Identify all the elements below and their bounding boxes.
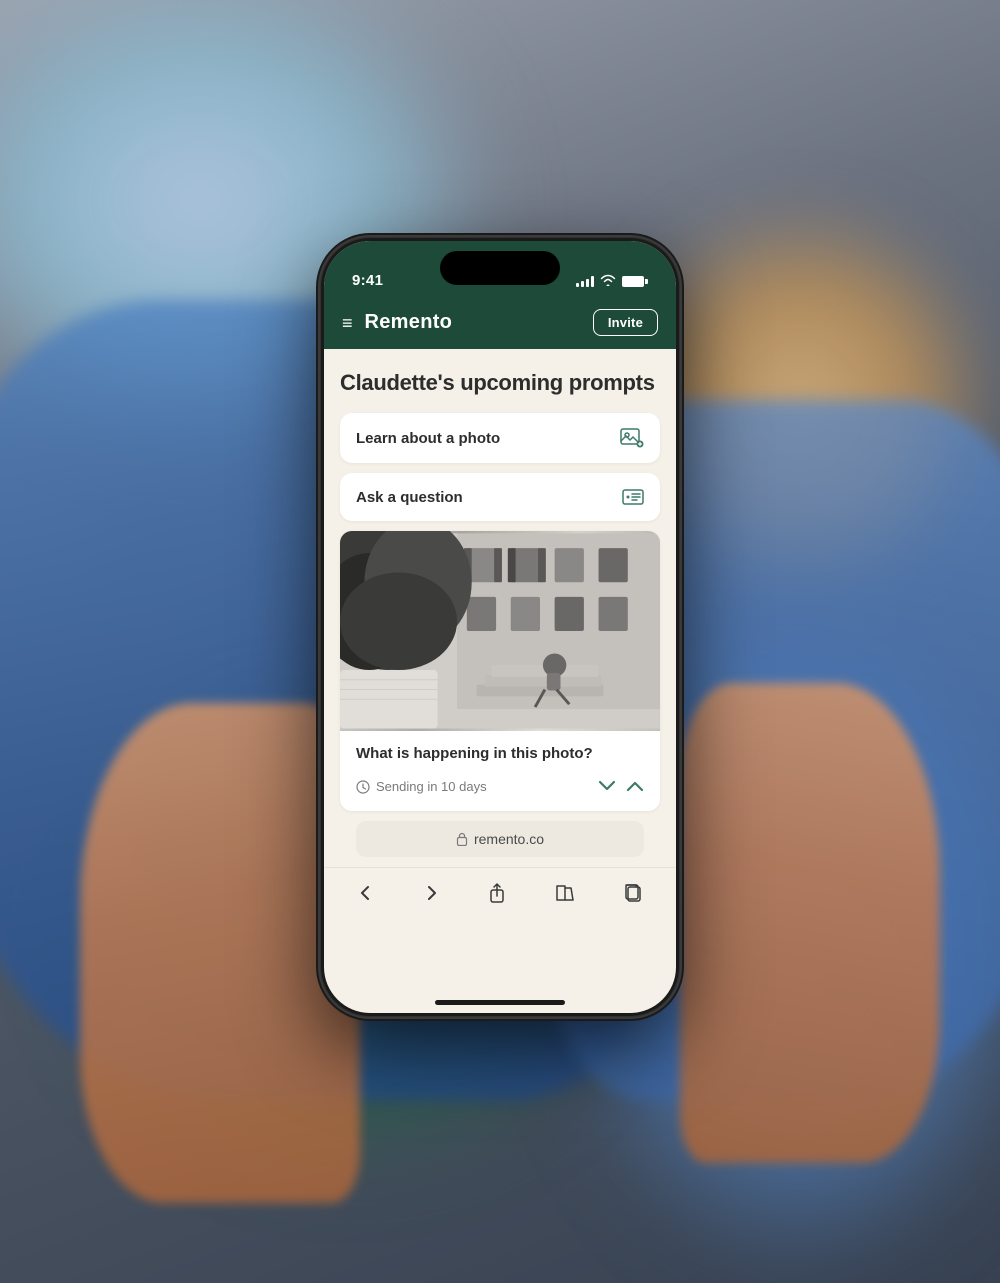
forward-icon[interactable] [415,876,447,916]
photo-image [340,531,660,731]
photo-card: What is happening in this photo? Sending… [340,531,660,811]
status-time: 9:41 [352,272,383,289]
battery-icon [622,276,648,287]
lock-icon [456,832,468,846]
ask-question-card[interactable]: Ask a question [340,473,660,521]
app-title: Remento [365,311,453,334]
photo-caption: What is happening in this photo? [340,731,660,770]
header-left: ≡ Remento [342,311,452,334]
learn-photo-card[interactable]: Learn about a photo [340,413,660,463]
ask-question-label: Ask a question [356,489,463,506]
phone: 9:41 [320,237,680,1017]
chevron-up-icon[interactable] [626,776,644,797]
clock-icon [356,780,370,794]
meta-actions [598,776,644,797]
sending-info: Sending in 10 days [356,779,487,794]
question-icon [622,487,644,507]
dynamic-island [440,251,560,285]
back-icon[interactable] [350,876,382,916]
page-title: Claudette's upcoming prompts [340,369,660,398]
chevron-down-icon[interactable] [598,776,616,797]
browser-url: remento.co [474,831,544,847]
copy-icon[interactable] [616,875,650,917]
app-header: ≡ Remento Invite [324,297,676,349]
menu-icon[interactable]: ≡ [342,314,353,332]
invite-button[interactable]: Invite [593,309,658,336]
content-area: Claudette's upcoming prompts Learn about… [324,349,676,868]
photo-add-icon [620,427,644,449]
signal-icon [576,275,594,287]
browser-bar: remento.co [356,821,644,857]
books-icon[interactable] [547,876,583,916]
photo-meta: Sending in 10 days [340,770,660,811]
power-button [680,397,684,477]
phone-screen: 9:41 [324,241,676,1013]
phone-shell: 9:41 [320,237,680,1017]
home-indicator [435,1000,565,1005]
status-icons [576,274,648,289]
share-icon[interactable] [480,875,514,917]
learn-photo-label: Learn about a photo [356,430,500,447]
wifi-icon [600,274,616,289]
bottom-nav [324,867,676,923]
